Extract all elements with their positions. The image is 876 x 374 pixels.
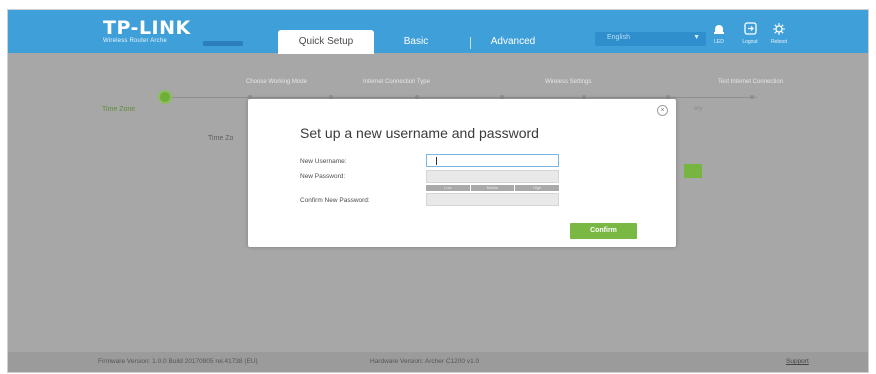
brand-logo: TP-LINK	[103, 17, 191, 39]
dialog-title: Set up a new username and password	[300, 125, 539, 141]
support-link[interactable]: Support	[786, 358, 809, 365]
text-caret	[436, 157, 437, 165]
hardware-version: Hardware Version: Archer C1200 v1.0	[370, 358, 480, 365]
tab-basic[interactable]: Basic	[396, 30, 436, 54]
strength-high: High	[515, 185, 560, 191]
step-connection-type: Internet Connection Type	[363, 79, 430, 85]
chevron-down-icon: ▼	[693, 34, 700, 41]
browser-frame: TP-LINK Wireless Router Arche Quick Setu…	[7, 9, 869, 373]
led-icon	[705, 22, 733, 38]
step-test-connection: Test Internet Connection	[718, 79, 784, 85]
tab-advanced[interactable]: Advanced	[478, 30, 548, 54]
step-wireless-settings: Wireless Settings	[545, 79, 592, 85]
confirm-password-label: Confirm New Password:	[300, 197, 370, 204]
confirm-password-input[interactable]	[426, 193, 559, 206]
tab-quick-setup[interactable]: Quick Setup	[278, 30, 374, 54]
logout-icon	[736, 22, 764, 38]
logout-label: Logout	[742, 39, 758, 45]
model-name-redaction	[203, 41, 243, 46]
close-icon[interactable]: ×	[657, 105, 668, 116]
firmware-version: Firmware Version: 1.0.0 Build 20170905 r…	[98, 358, 258, 365]
top-header: TP-LINK Wireless Router Arche Quick Setu…	[8, 10, 868, 54]
time-zone-field-label: Time Zo	[208, 135, 234, 142]
new-username-input[interactable]	[426, 154, 559, 167]
logout-button[interactable]: Logout	[736, 22, 764, 45]
current-step-label: Time Zone	[102, 106, 136, 113]
strength-low: Low	[426, 185, 470, 191]
step-dot-active	[160, 92, 170, 102]
credentials-dialog: × Set up a new username and password New…	[248, 99, 676, 247]
password-strength-meter: Low Middle High	[426, 185, 560, 191]
new-username-label: New Username:	[300, 158, 347, 165]
language-value: English	[607, 34, 630, 41]
language-select[interactable]: English ▼	[595, 32, 706, 46]
model-name: Wireless Router Arche	[103, 38, 167, 44]
reboot-label: Reboot	[770, 39, 788, 45]
strength-middle: Middle	[470, 185, 515, 191]
confirm-button[interactable]: Confirm	[570, 223, 637, 239]
led-button[interactable]: LED	[705, 22, 733, 45]
background-next-button	[684, 164, 702, 178]
step-working-mode: Choose Working Mode	[246, 79, 307, 85]
tab-divider	[470, 37, 471, 49]
background-faded-text: ery	[694, 106, 703, 112]
footer: Firmware Version: 1.0.0 Build 20170905 r…	[8, 352, 868, 372]
led-label: LED	[714, 39, 724, 45]
step-dot	[750, 95, 754, 99]
reboot-button[interactable]: Reboot	[765, 22, 793, 45]
new-password-label: New Password:	[300, 173, 346, 180]
new-password-input[interactable]	[426, 170, 559, 183]
reboot-icon	[765, 22, 793, 38]
